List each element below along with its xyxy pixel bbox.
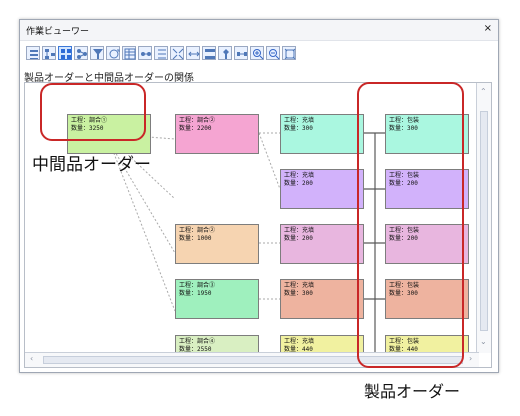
zoom-out-icon[interactable] [266, 46, 280, 60]
list-icon[interactable] [26, 46, 40, 60]
title-bar: 作業ビューワー × [20, 20, 498, 41]
grid-icon[interactable] [58, 46, 72, 60]
order-node-2[interactable]: 工程：調合② 数量：2200 [175, 114, 259, 154]
fit-icon[interactable] [282, 46, 296, 60]
intermediate-order-label: 中間品オーダー [32, 155, 151, 175]
order-node-11[interactable]: 工程：充填 数量：300 [280, 279, 364, 319]
node-quantity: 数量：200 [284, 235, 313, 242]
chevron-down-icon[interactable]: ⌄ [480, 337, 487, 346]
chevron-left-icon[interactable]: ‹ [30, 354, 33, 363]
node-process: 工程：充填 [284, 172, 315, 179]
pin-icon[interactable] [218, 46, 232, 60]
order-node-7[interactable]: 工程：調合② 数量：1000 [175, 224, 259, 264]
order-node-8[interactable]: 工程：充填 数量：200 [280, 224, 364, 264]
highlight-intermediate-order [40, 83, 146, 141]
node-process: 工程：充填 [284, 227, 315, 234]
product-order-label: 製品オーダー [364, 382, 461, 401]
chevron-right-icon[interactable]: › [469, 354, 472, 363]
vertical-scrollbar[interactable]: ⌃ ⌄ [476, 83, 491, 353]
node-quantity: 数量：300 [284, 290, 313, 297]
close-button[interactable]: × [484, 23, 492, 34]
node-process: 工程：充填 [284, 282, 315, 289]
order-node-10[interactable]: 工程：調合③ 数量：1950 [175, 279, 259, 319]
node-process: 工程：調合④ [179, 338, 216, 345]
highlight-product-orders [357, 82, 464, 368]
filter-icon[interactable] [90, 46, 104, 60]
zoom-in-icon[interactable] [250, 46, 264, 60]
node-quantity: 数量：1000 [179, 235, 212, 242]
order-node-3[interactable]: 工程：充填 数量：300 [280, 114, 364, 154]
expand-icon[interactable] [170, 46, 184, 60]
link-icon[interactable] [138, 46, 152, 60]
node-process: 工程：充填 [284, 117, 315, 124]
tree2-icon[interactable] [154, 46, 168, 60]
node-quantity: 数量：2200 [179, 125, 212, 132]
node-process: 工程：調合② [179, 117, 216, 124]
refresh-icon[interactable] [106, 46, 120, 60]
tree-icon[interactable] [42, 46, 56, 60]
node-process: 工程：充填 [284, 338, 315, 345]
node-process: 工程：調合② [179, 227, 216, 234]
network-icon[interactable] [74, 46, 88, 60]
node-quantity: 数量：300 [284, 125, 313, 132]
toolbar [26, 44, 296, 62]
node-process: 工程：調合③ [179, 282, 216, 289]
vertical-scroll-thumb[interactable] [480, 111, 488, 331]
node-quantity: 数量：1950 [179, 290, 212, 297]
connector-icon[interactable] [234, 46, 248, 60]
table-icon[interactable] [122, 46, 136, 60]
nodes-icon[interactable] [202, 46, 216, 60]
window-title: 作業ビューワー [26, 27, 90, 37]
arrows-icon[interactable] [186, 46, 200, 60]
chevron-up-icon[interactable]: ⌃ [480, 87, 487, 96]
order-node-5[interactable]: 工程：充填 数量：200 [280, 169, 364, 209]
node-quantity: 数量：200 [284, 180, 313, 187]
